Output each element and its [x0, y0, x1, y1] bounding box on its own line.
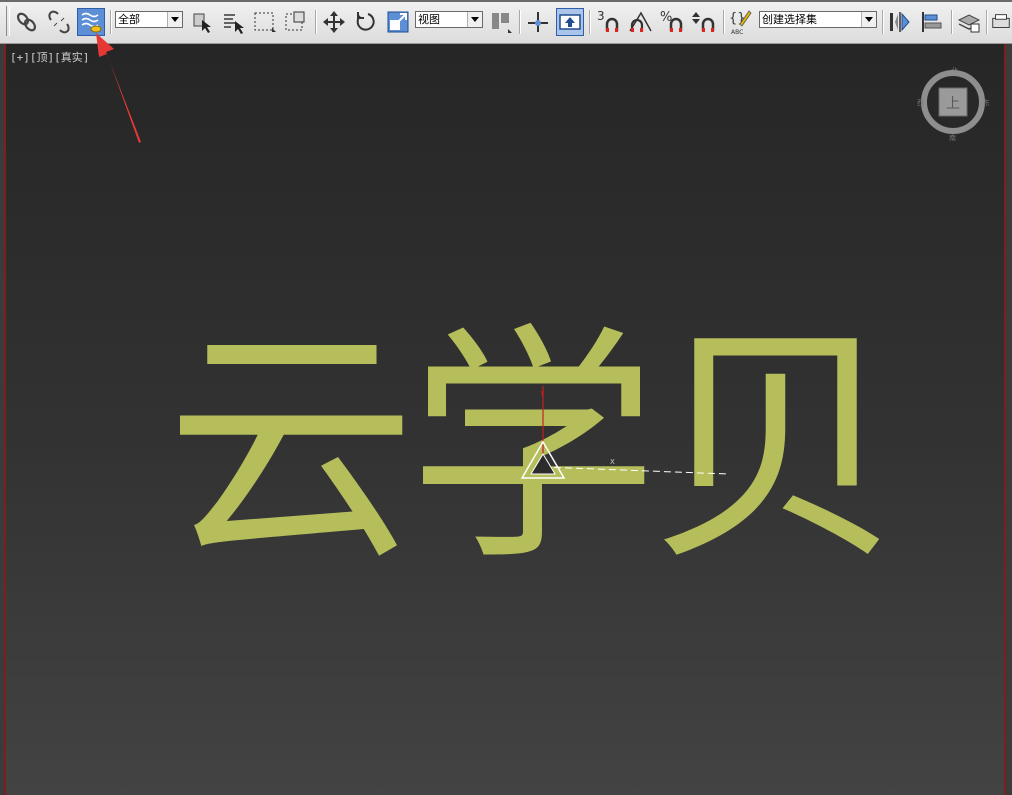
reference-coordinate-dropdown[interactable]: 视图	[415, 11, 483, 28]
viewcube-south-label: 南	[949, 133, 956, 142]
toolbar-separator	[110, 10, 112, 34]
snaps-toggle-button[interactable]: 3	[594, 8, 622, 36]
unlink-icon	[48, 10, 70, 34]
scale-icon	[387, 11, 409, 33]
spinner-snap-icon	[692, 12, 715, 32]
move-icon	[323, 11, 345, 33]
toolbar-grip[interactable]	[6, 6, 10, 36]
gizmo-x-label: X	[610, 458, 615, 466]
selection-filter-dropdown[interactable]: 全部	[115, 11, 183, 28]
snap-dimension-label: 3	[597, 9, 605, 23]
pivot-center-icon	[492, 13, 512, 33]
transform-gizmo[interactable]: Y X	[520, 386, 729, 479]
keyboard-shortcut-override-icon	[559, 14, 581, 30]
select-and-rotate-button[interactable]	[352, 8, 380, 36]
reference-coordinate-value: 视图	[418, 13, 440, 26]
select-and-link-button[interactable]	[13, 8, 41, 36]
render-icon	[992, 14, 1010, 28]
main-toolbar: 全部 视图 3 % {} ABC 创建选择集	[0, 0, 1012, 44]
align-button[interactable]	[918, 8, 946, 36]
rectangular-selection-region-button[interactable]	[251, 8, 279, 36]
percent-snap-toggle-button[interactable]: %	[658, 8, 686, 36]
viewcube-face-label: 上	[946, 96, 960, 112]
gizmo-y-label: Y	[539, 390, 545, 398]
select-object-button[interactable]	[188, 8, 216, 36]
top-viewport[interactable]: [+][顶][真实] 云学贝 Y X 北 上 西 东 南	[4, 44, 1006, 795]
toolbar-separator	[882, 10, 884, 34]
toolbar-separator	[519, 10, 521, 34]
toolbar-separator	[986, 10, 988, 34]
chevron-down-icon[interactable]	[861, 12, 876, 27]
window-crossing-button[interactable]	[282, 8, 310, 36]
manipulate-icon	[528, 12, 548, 32]
select-and-manipulate-button[interactable]	[524, 8, 552, 36]
spinner-snap-toggle-button[interactable]	[690, 8, 718, 36]
percent-snap-icon: %	[660, 10, 683, 32]
select-and-scale-button[interactable]	[384, 8, 412, 36]
unlink-selection-button[interactable]	[45, 8, 73, 36]
toolbar-separator	[315, 10, 317, 34]
angle-snap-toggle-button[interactable]	[626, 8, 654, 36]
edit-named-sets-sublabel: ABC	[731, 29, 743, 36]
toolbar-separator	[589, 10, 591, 34]
viewcube-west-label: 西	[917, 99, 924, 107]
mirror-button[interactable]	[886, 8, 914, 36]
edit-named-selection-icon: {} ABC	[729, 10, 752, 36]
align-icon	[922, 12, 942, 32]
selection-filter-value: 全部	[118, 13, 140, 26]
chevron-down-icon[interactable]	[167, 12, 182, 27]
named-selection-set-dropdown[interactable]: 创建选择集	[759, 11, 877, 28]
mirror-icon	[890, 12, 910, 32]
select-by-name-icon	[224, 14, 244, 34]
chevron-down-icon[interactable]	[467, 12, 482, 27]
toolbar-separator	[723, 10, 725, 34]
select-by-name-button[interactable]	[219, 8, 247, 36]
select-and-move-button[interactable]	[320, 8, 348, 36]
keyboard-shortcut-override-button[interactable]	[556, 8, 584, 36]
rotate-icon	[356, 12, 375, 31]
named-selection-set-value: 创建选择集	[762, 13, 817, 26]
render-setup-button[interactable]	[990, 8, 1012, 36]
viewcube[interactable]: 北 上 西 东 南	[916, 64, 990, 148]
viewport-overlay: Y X	[520, 386, 729, 479]
viewcube-east-label: 东	[983, 98, 990, 107]
bind-to-space-warp-button[interactable]	[77, 8, 105, 36]
manage-layers-button[interactable]	[955, 8, 983, 36]
edit-named-selection-sets-button[interactable]: {} ABC	[727, 8, 755, 36]
use-pivot-center-button[interactable]	[487, 8, 515, 36]
rectangle-selection-icon	[254, 12, 276, 32]
snap-toggle-icon: 3	[597, 9, 619, 32]
toolbar-top-edge	[0, 0, 1012, 2]
layer-manager-icon	[957, 14, 981, 33]
window-crossing-icon	[285, 11, 305, 31]
angle-snap-icon	[629, 11, 652, 32]
gizmo-x-axis[interactable]	[542, 466, 729, 475]
link-icon	[16, 12, 37, 32]
select-object-icon	[193, 13, 211, 33]
toolbar-separator	[951, 10, 953, 34]
bind-space-warp-icon	[81, 12, 102, 33]
